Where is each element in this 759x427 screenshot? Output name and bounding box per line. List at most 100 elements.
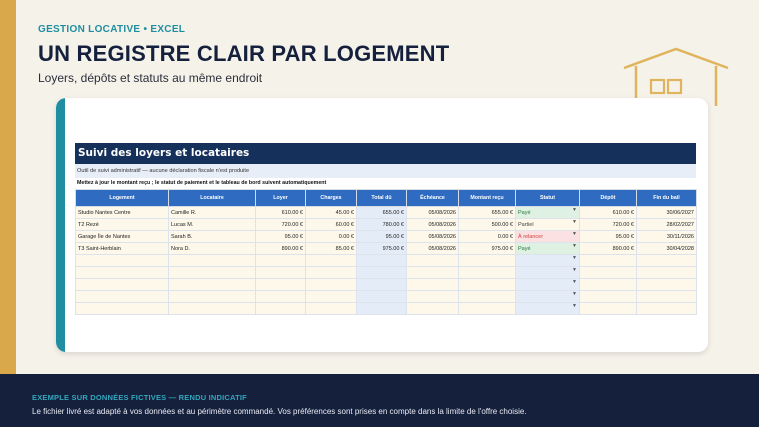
- table-cell-empty[interactable]: [168, 266, 256, 279]
- col-header-fin-bail[interactable]: Fin du bail: [636, 189, 697, 207]
- dropdown-arrow-icon[interactable]: ▼: [572, 280, 577, 286]
- table-cell[interactable]: 30/06/2027: [636, 206, 697, 219]
- table-cell-empty[interactable]: [458, 302, 516, 315]
- table-cell-empty[interactable]: ▼: [515, 290, 580, 303]
- table-cell[interactable]: 720.00 €: [255, 218, 306, 231]
- dropdown-arrow-icon[interactable]: ▼: [572, 220, 577, 226]
- table-cell-empty[interactable]: [168, 302, 256, 315]
- table-cell[interactable]: 720.00 €: [579, 218, 637, 231]
- table-cell-empty[interactable]: [636, 278, 697, 291]
- table-cell-empty[interactable]: [305, 254, 357, 267]
- table-cell[interactable]: 05/08/2026: [406, 218, 459, 231]
- table-cell[interactable]: 30/04/2028: [636, 242, 697, 255]
- table-cell[interactable]: 85.00 €: [305, 242, 357, 255]
- table-cell-empty[interactable]: [579, 254, 637, 267]
- dropdown-arrow-icon[interactable]: ▼: [572, 244, 577, 250]
- table-cell[interactable]: Payé ▼: [515, 242, 580, 255]
- table-cell-empty[interactable]: [406, 290, 459, 303]
- table-cell[interactable]: T2 Rezé: [75, 218, 169, 231]
- table-cell[interactable]: Sarah B.: [168, 230, 256, 243]
- col-header-loyer[interactable]: Loyer: [255, 189, 306, 207]
- table-cell-empty[interactable]: ▼: [515, 266, 580, 279]
- table-cell-empty[interactable]: [75, 278, 169, 291]
- table-cell-empty[interactable]: [406, 254, 459, 267]
- table-cell-empty[interactable]: [406, 302, 459, 315]
- dropdown-arrow-icon[interactable]: ▼: [572, 292, 577, 298]
- table-cell[interactable]: 95.00 €: [356, 230, 407, 243]
- table-cell[interactable]: 780.00 €: [356, 218, 407, 231]
- col-header-echeance[interactable]: Échéance: [406, 189, 459, 207]
- dropdown-arrow-icon[interactable]: ▼: [572, 256, 577, 262]
- table-cell-empty[interactable]: [356, 302, 407, 315]
- table-cell[interactable]: 0.00 €: [305, 230, 357, 243]
- table-cell-empty[interactable]: [458, 278, 516, 291]
- table-cell-empty[interactable]: [636, 254, 697, 267]
- table-cell[interactable]: T3 Saint-Herblain: [75, 242, 169, 255]
- table-cell-empty[interactable]: [636, 302, 697, 315]
- table-cell-empty[interactable]: [255, 254, 306, 267]
- table-cell-empty[interactable]: [75, 290, 169, 303]
- table-cell[interactable]: 655.00 €: [356, 206, 407, 219]
- table-cell[interactable]: 890.00 €: [579, 242, 637, 255]
- table-cell[interactable]: Camille R.: [168, 206, 256, 219]
- table-cell[interactable]: Nora D.: [168, 242, 256, 255]
- dropdown-arrow-icon[interactable]: ▼: [572, 268, 577, 274]
- table-cell-empty[interactable]: [579, 278, 637, 291]
- table-cell-empty[interactable]: [458, 290, 516, 303]
- col-header-charges[interactable]: Charges: [305, 189, 357, 207]
- table-cell[interactable]: 05/08/2026: [406, 206, 459, 219]
- table-cell-empty[interactable]: [579, 302, 637, 315]
- dropdown-arrow-icon[interactable]: ▼: [572, 232, 577, 238]
- table-cell-empty[interactable]: ▼: [515, 302, 580, 315]
- table-cell-empty[interactable]: [636, 266, 697, 279]
- table-cell[interactable]: 95.00 €: [255, 230, 306, 243]
- table-cell-empty[interactable]: [406, 266, 459, 279]
- table-cell[interactable]: 655.00 €: [458, 206, 516, 219]
- table-cell-empty[interactable]: [255, 290, 306, 303]
- table-cell-empty[interactable]: [255, 266, 306, 279]
- table-cell-empty[interactable]: [305, 290, 357, 303]
- col-header-logement[interactable]: Logement: [75, 189, 169, 207]
- table-cell[interactable]: 45.00 €: [305, 206, 357, 219]
- table-cell[interactable]: 610.00 €: [579, 206, 637, 219]
- table-cell[interactable]: 60.00 €: [305, 218, 357, 231]
- col-header-depot[interactable]: Dépôt: [579, 189, 637, 207]
- table-cell[interactable]: Studio Nantes Centre: [75, 206, 169, 219]
- table-cell-empty[interactable]: [168, 278, 256, 291]
- table-cell[interactable]: Garage Île de Nantes: [75, 230, 169, 243]
- col-header-locataire[interactable]: Locataire: [168, 189, 256, 207]
- table-cell-empty[interactable]: [75, 302, 169, 315]
- table-cell[interactable]: 95.00 €: [579, 230, 637, 243]
- table-cell-empty[interactable]: [356, 290, 407, 303]
- table-cell[interactable]: 975.00 €: [458, 242, 516, 255]
- table-cell[interactable]: 28/02/2027: [636, 218, 697, 231]
- table-cell-empty[interactable]: ▼: [515, 254, 580, 267]
- table-cell[interactable]: 05/08/2026: [406, 230, 459, 243]
- table-cell[interactable]: Partiel ▼: [515, 218, 580, 231]
- table-cell[interactable]: 610.00 €: [255, 206, 306, 219]
- table-cell-empty[interactable]: [458, 266, 516, 279]
- table-cell-empty[interactable]: [75, 254, 169, 267]
- table-cell[interactable]: 500.00 €: [458, 218, 516, 231]
- table-cell[interactable]: Lucas M.: [168, 218, 256, 231]
- table-cell-empty[interactable]: [305, 302, 357, 315]
- table-cell-empty[interactable]: [579, 266, 637, 279]
- table-cell-empty[interactable]: [255, 302, 306, 315]
- table-cell-empty[interactable]: [168, 290, 256, 303]
- dropdown-arrow-icon[interactable]: ▼: [572, 208, 577, 214]
- table-cell-empty[interactable]: [458, 254, 516, 267]
- table-cell-empty[interactable]: [579, 290, 637, 303]
- table-cell[interactable]: À relancer ▼: [515, 230, 580, 243]
- table-cell-empty[interactable]: [356, 278, 407, 291]
- table-cell-empty[interactable]: [406, 278, 459, 291]
- table-cell-empty[interactable]: [305, 278, 357, 291]
- table-cell-empty[interactable]: ▼: [515, 278, 580, 291]
- table-cell-empty[interactable]: [356, 254, 407, 267]
- dropdown-arrow-icon[interactable]: ▼: [572, 304, 577, 310]
- table-cell[interactable]: 05/08/2026: [406, 242, 459, 255]
- table-cell-empty[interactable]: [305, 266, 357, 279]
- table-cell-empty[interactable]: [168, 254, 256, 267]
- table-cell-empty[interactable]: [356, 266, 407, 279]
- table-cell-empty[interactable]: [75, 266, 169, 279]
- col-header-total[interactable]: Total dû: [356, 189, 407, 207]
